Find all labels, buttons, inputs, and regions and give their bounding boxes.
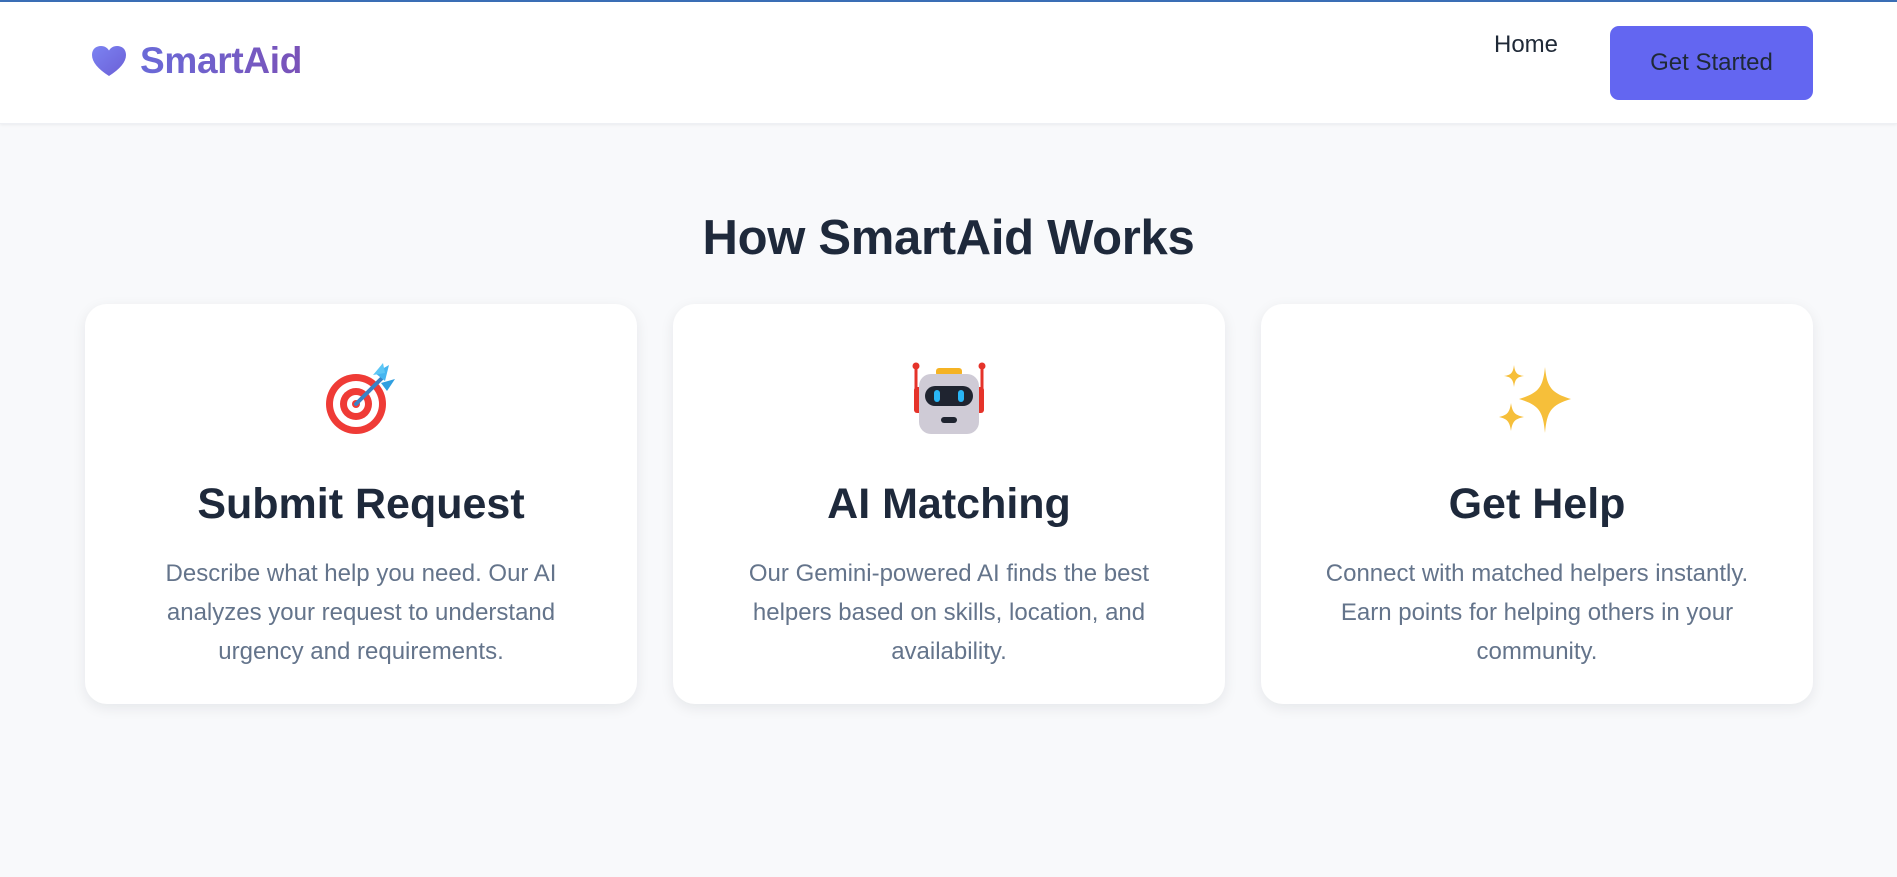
brand-name: SmartAid xyxy=(140,40,303,81)
feature-card-get-help: Get Help Connect with matched helpers in… xyxy=(1261,304,1813,704)
card-description: Describe what help you need. Our AI anal… xyxy=(165,560,557,665)
brand-logo-link[interactable]: SmartAid xyxy=(90,40,302,82)
card-description: Our Gemini-powered AI finds the best hel… xyxy=(748,560,1150,665)
feature-card-submit-request: Submit Request Describe what help you ne… xyxy=(85,304,637,704)
sparkles-icon xyxy=(1499,361,1575,437)
section-title: How SmartAid Works xyxy=(702,211,1195,265)
heart-icon xyxy=(90,44,128,78)
card-description: Connect with matched helpers instantly. … xyxy=(1325,560,1749,665)
get-started-button[interactable]: Get Started xyxy=(1610,26,1813,100)
card-title: AI Matching xyxy=(827,480,1071,528)
target-dart-icon xyxy=(323,361,399,437)
card-title: Get Help xyxy=(1448,480,1626,528)
feature-card-ai-matching: AI Matching Our Gemini-powered AI finds … xyxy=(673,304,1225,704)
robot-icon xyxy=(911,361,987,437)
site-header: SmartAid Home Get Started xyxy=(0,2,1897,124)
nav-link-home[interactable]: Home xyxy=(1494,31,1558,59)
card-title: Submit Request xyxy=(197,480,525,528)
